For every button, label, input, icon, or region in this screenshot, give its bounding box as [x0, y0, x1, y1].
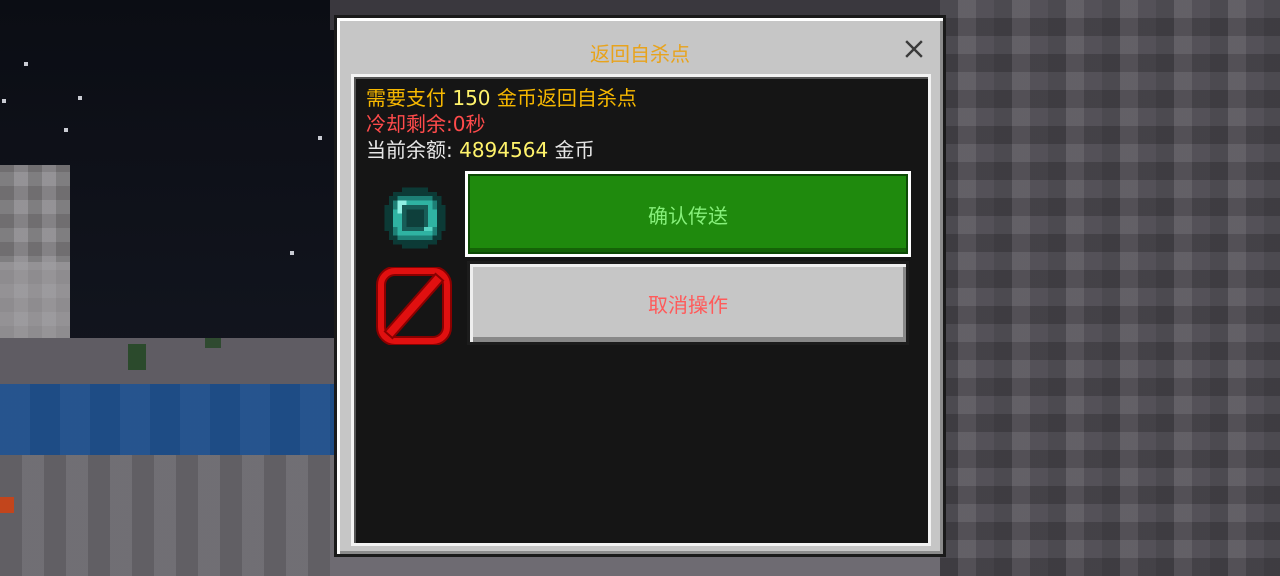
stone-wall-right: [940, 0, 1280, 576]
dialog-content-panel: 需要支付 150 金币返回自杀点 冷却剩余:0秒 当前余额: 4894564 金…: [351, 74, 931, 546]
cancel-button[interactable]: 取消操作: [467, 261, 909, 345]
cost-suffix: 金币返回自杀点: [490, 86, 637, 110]
star: [2, 99, 6, 103]
barrier-icon: [374, 266, 454, 346]
star: [24, 62, 28, 66]
dialog-title: 返回自杀点: [590, 42, 690, 66]
return-death-point-dialog: 返回自杀点 需要支付 150 金币返回自杀点 冷却剩余:0秒 当前余额: 489…: [334, 15, 946, 557]
cactus-block: [205, 338, 221, 348]
stone-block-highlight: [0, 262, 70, 340]
star: [290, 251, 294, 255]
balance-value: 4894564: [459, 138, 549, 162]
cost-value: 150: [452, 86, 491, 110]
cactus-block: [128, 344, 146, 370]
lava-block: [0, 497, 14, 513]
cost-prefix: 需要支付: [366, 86, 453, 110]
balance-suffix: 金币: [548, 138, 595, 162]
stone-ground: [0, 455, 340, 576]
star: [318, 136, 322, 140]
confirm-teleport-button[interactable]: 确认传送: [465, 171, 911, 257]
star: [78, 96, 82, 100]
close-button[interactable]: [901, 36, 927, 62]
cost-info-line: 需要支付 150 金币返回自杀点: [366, 85, 637, 111]
cooldown-info-line: 冷却剩余:0秒: [366, 112, 486, 136]
close-icon: [905, 40, 923, 58]
balance-prefix: 当前余额:: [366, 138, 460, 162]
balance-info-line: 当前余额: 4894564 金币: [366, 137, 595, 163]
ender-pearl-icon: [380, 183, 450, 253]
star: [64, 128, 68, 132]
shoreline: [0, 338, 340, 384]
